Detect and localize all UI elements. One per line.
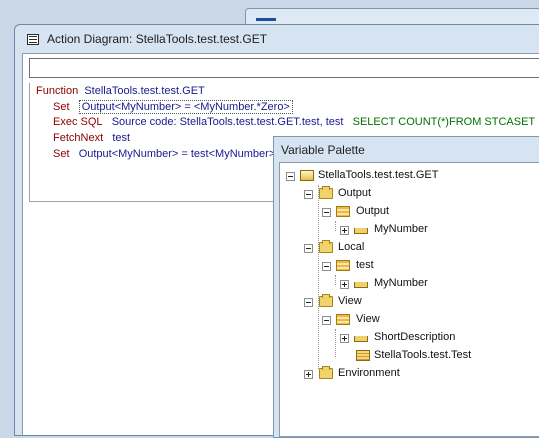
table-icon <box>356 350 370 361</box>
function-name: StellaTools.test.test.GET <box>84 85 205 97</box>
folder-icon <box>319 240 333 253</box>
background-window-accent <box>256 18 276 21</box>
window-icon[interactable] <box>27 34 39 45</box>
fetchnext-target: test <box>112 132 131 144</box>
tree-connector <box>335 221 336 231</box>
exec-sql-keyword: Exec SQL <box>53 116 103 128</box>
function-keyword: Function <box>36 85 79 97</box>
tree-node-output[interactable]: Output <box>338 185 371 201</box>
tree-node-output-mynumber[interactable]: MyNumber <box>374 221 428 237</box>
expand-toggle-local-field[interactable] <box>340 280 349 289</box>
collapse-toggle-view-struct[interactable] <box>322 316 331 325</box>
sql-statement: SELECT COUNT(*)FROM STCASET <box>352 116 536 128</box>
tree-node-shortdescription[interactable]: ShortDescription <box>374 329 455 345</box>
tree-connector <box>318 185 319 369</box>
command-input[interactable] <box>29 58 539 78</box>
structure-icon <box>336 314 350 325</box>
folder-icon <box>319 294 333 307</box>
tree-node-root[interactable]: StellaTools.test.test.GET <box>318 167 438 183</box>
set-statement-1: Output<MyNumber> = <MyNumber.*Zero> <box>78 100 293 114</box>
field-icon <box>354 282 368 288</box>
set-keyword-2: Set <box>53 148 70 160</box>
title-bar[interactable]: Action Diagram: StellaTools.test.test.GE… <box>15 25 539 53</box>
collapse-toggle-root[interactable] <box>286 172 295 181</box>
tree-node-view-struct[interactable]: View <box>356 311 380 327</box>
tree-node-table[interactable]: StellaTools.test.Test <box>374 347 471 363</box>
folder-icon <box>319 366 333 379</box>
variable-palette-window[interactable]: Variable Palette StellaTools.test.test.G… <box>273 136 539 438</box>
field-icon <box>354 336 368 342</box>
function-icon <box>300 170 314 181</box>
tree-node-local-mynumber[interactable]: MyNumber <box>374 275 428 291</box>
code-line-function[interactable]: Function StellaTools.test.test.GET <box>36 84 205 98</box>
folder-icon <box>319 186 333 199</box>
collapse-toggle-output[interactable] <box>304 190 313 199</box>
collapse-toggle-view[interactable] <box>304 298 313 307</box>
tree-node-output-struct[interactable]: Output <box>356 203 389 219</box>
palette-title: Variable Palette <box>281 143 365 157</box>
code-line-fetchnext[interactable]: FetchNext test <box>53 131 130 145</box>
expand-toggle-environment[interactable] <box>304 370 313 379</box>
tree-node-view[interactable]: View <box>338 293 362 309</box>
expand-toggle-output-field[interactable] <box>340 226 349 235</box>
set-keyword-1: Set <box>53 101 70 113</box>
expand-toggle-view-field[interactable] <box>340 334 349 343</box>
structure-icon <box>336 206 350 217</box>
variable-tree[interactable]: StellaTools.test.test.GET Output Output … <box>279 162 539 437</box>
collapse-toggle-local[interactable] <box>304 244 313 253</box>
collapse-toggle-output-struct[interactable] <box>322 208 331 217</box>
code-line-exec-sql[interactable]: Exec SQL Source code: StellaTools.test.t… <box>53 115 535 129</box>
tree-node-local-test[interactable]: test <box>356 257 374 273</box>
collapse-toggle-local-test[interactable] <box>322 262 331 271</box>
fetchnext-keyword: FetchNext <box>53 132 104 144</box>
code-line-set-2[interactable]: Set Output<MyNumber> = test<MyNumber> <box>53 147 275 161</box>
code-line-set-1[interactable]: Set Output<MyNumber> = <MyNumber.*Zero> <box>53 100 293 114</box>
tree-node-environment[interactable]: Environment <box>338 365 400 381</box>
structure-icon <box>336 260 350 271</box>
tree-node-local[interactable]: Local <box>338 239 364 255</box>
set-statement-2: Output<MyNumber> = test<MyNumber> <box>78 148 276 160</box>
field-icon <box>354 228 368 234</box>
tree-connector <box>335 329 336 357</box>
window-title: Action Diagram: StellaTools.test.test.GE… <box>47 32 268 46</box>
exec-sql-source: Source code: StellaTools.test.test.GET.t… <box>111 116 344 128</box>
tree-connector <box>335 275 336 285</box>
